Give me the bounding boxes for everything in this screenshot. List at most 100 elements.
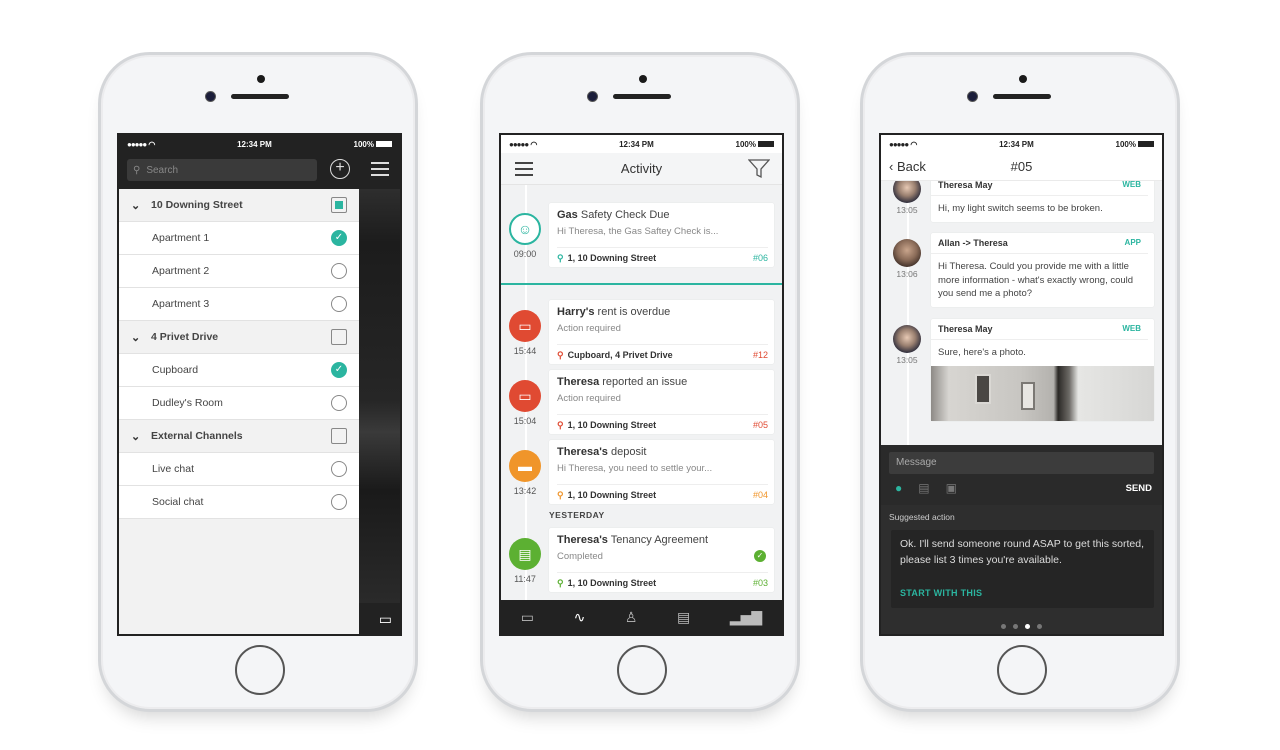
checkmark-icon[interactable]: ✓ xyxy=(331,230,347,246)
page-dot[interactable] xyxy=(1013,624,1018,629)
clock: 12:34 PM xyxy=(237,139,272,149)
activity-card[interactable]: Theresa reported an issue Action required… xyxy=(549,370,774,434)
ticket-ref[interactable]: #04 xyxy=(753,490,768,501)
chat-tab[interactable]: ▭ xyxy=(521,609,534,626)
document-icon: ▤ xyxy=(509,538,541,570)
activity-time: 11:47 xyxy=(514,574,536,584)
group-label: 10 Downing Street xyxy=(151,199,243,211)
location-pin-icon: ⚲ xyxy=(557,253,564,263)
location-text: Cupboard, 4 Privet Drive xyxy=(567,350,673,360)
chevron-down-icon[interactable]: ⌄ xyxy=(131,430,143,443)
activity-card[interactable]: Theresa's deposit Hi Theresa, you need to… xyxy=(549,440,774,504)
chevron-down-icon[interactable]: ⌄ xyxy=(131,331,143,344)
earpiece xyxy=(993,94,1051,99)
checkmark-icon[interactable]: ✓ xyxy=(331,362,347,378)
radio-circle[interactable] xyxy=(331,296,347,312)
filter-icon[interactable] xyxy=(748,159,770,179)
filters-header: ⚲ Search + xyxy=(119,153,400,189)
switch-plate xyxy=(975,373,991,404)
front-sensor xyxy=(639,75,647,83)
lightbulb-icon[interactable]: ● xyxy=(895,481,902,495)
message-source: WEB xyxy=(1122,181,1141,189)
home-button[interactable] xyxy=(235,645,285,695)
message-author: Theresa May xyxy=(938,324,993,334)
group-checkbox[interactable] xyxy=(331,329,347,345)
start-with-this-button[interactable]: START WITH THIS xyxy=(900,588,982,598)
activity-navbar: Activity xyxy=(501,153,782,185)
activity-item[interactable]: ☺ 09:00 Gas Safety Check Due Hi Theresa, th… xyxy=(501,203,782,267)
search-input[interactable]: ⚲ Search xyxy=(127,159,317,181)
chat-bubble-icon[interactable]: ▭ xyxy=(379,611,392,628)
message-header: Theresa May WEB xyxy=(931,319,1148,340)
conversation-navbar: ‹ Back #05 xyxy=(881,153,1162,181)
documents-tab[interactable]: ▤ xyxy=(677,609,690,626)
people-tab[interactable]: ♙ xyxy=(625,609,638,626)
phone-activity: ●●●●● ◠ 12:34 PM 100% Activity ☺ 09:00 Gas… xyxy=(480,52,800,712)
activity-item[interactable]: ▬ 13:42 Theresa's deposit Hi Theresa, you n… xyxy=(501,440,782,504)
suggested-action-panel: Suggested action Ok. I'll send someone r… xyxy=(881,505,1162,634)
activity-item[interactable]: ▤ 11:47 Theresa's Tenancy Agreement Complet… xyxy=(501,528,782,592)
activity-item[interactable]: ▭ 15:44 Harry's rent is overdue Action requ… xyxy=(501,300,782,364)
radio-circle[interactable] xyxy=(331,395,347,411)
group-checkbox[interactable] xyxy=(331,197,347,213)
ticket-ref[interactable]: #12 xyxy=(753,350,768,361)
message-input[interactable]: Message xyxy=(889,452,1154,474)
hamburger-icon[interactable] xyxy=(371,162,389,180)
filter-item[interactable]: Live chat xyxy=(119,453,359,486)
filter-item[interactable]: Cupboard ✓ xyxy=(119,354,359,387)
activity-card[interactable]: Theresa's Tenancy Agreement Completed ✓ ⚲ 1,… xyxy=(549,528,774,592)
home-button[interactable] xyxy=(997,645,1047,695)
filter-item[interactable]: Apartment 3 xyxy=(119,288,359,321)
filter-item[interactable]: Apartment 1 ✓ xyxy=(119,222,359,255)
message-text: Hi Theresa. Could you provide me with a … xyxy=(938,261,1134,299)
ticket-ref[interactable]: #06 xyxy=(753,253,768,264)
message-author: Theresa May xyxy=(938,181,993,190)
radio-circle[interactable] xyxy=(331,494,347,510)
activity-item[interactable]: ▭ 15:04 Theresa reported an issue Action re… xyxy=(501,370,782,434)
filter-item[interactable]: Social chat xyxy=(119,486,359,519)
activity-card[interactable]: Harry's rent is overdue Action required ⚲ C… xyxy=(549,300,774,364)
group-checkbox[interactable] xyxy=(331,428,347,444)
page-dot[interactable] xyxy=(1025,624,1030,629)
engineer-icon: ☺ xyxy=(509,213,541,245)
message-source: WEB xyxy=(1122,324,1141,333)
tab-bar: ▭ ∿ ♙ ▤ ▂▅▇ xyxy=(501,600,782,634)
earpiece xyxy=(231,94,289,99)
photo-attachment[interactable] xyxy=(931,365,1154,421)
send-button[interactable]: SEND xyxy=(1126,483,1152,494)
stats-tab[interactable]: ▂▅▇ xyxy=(730,609,762,626)
filter-group[interactable]: ⌄ External Channels xyxy=(119,420,359,453)
filter-item[interactable]: Apartment 2 xyxy=(119,255,359,288)
search-icon: ⚲ xyxy=(133,164,141,176)
template-icon[interactable]: ▤ xyxy=(918,481,929,495)
radio-circle[interactable] xyxy=(331,263,347,279)
filter-item[interactable]: Dudley's Room xyxy=(119,387,359,420)
title-rest: deposit xyxy=(607,446,647,458)
image-icon[interactable]: ▣ xyxy=(946,481,957,495)
avatar xyxy=(893,181,921,203)
hamburger-icon[interactable] xyxy=(515,162,533,180)
filter-group[interactable]: ⌄ 4 Privet Drive xyxy=(119,321,359,354)
credit-card-icon: ▬ xyxy=(509,450,541,482)
activity-location: ⚲ Cupboard, 4 Privet Drive #12 xyxy=(557,344,768,361)
add-button[interactable]: + xyxy=(330,159,350,179)
page-dot[interactable] xyxy=(1001,624,1006,629)
suggestion-text: Ok. I'll send someone round ASAP to get … xyxy=(900,538,1145,566)
radio-circle[interactable] xyxy=(331,461,347,477)
home-button[interactable] xyxy=(617,645,667,695)
signal-icon: ●●●●● xyxy=(509,139,529,149)
ticket-ref[interactable]: #05 xyxy=(753,420,768,431)
page-indicator xyxy=(881,624,1162,629)
activity-subtitle: Action required xyxy=(557,323,621,334)
chevron-down-icon[interactable]: ⌄ xyxy=(131,199,143,212)
activity-tab[interactable]: ∿ xyxy=(574,609,586,626)
location-pin-icon: ⚲ xyxy=(557,578,564,588)
filter-group[interactable]: ⌄ 10 Downing Street xyxy=(119,189,359,222)
page-dot[interactable] xyxy=(1037,624,1042,629)
ticket-ref[interactable]: #03 xyxy=(753,578,768,589)
location-wrap: ⚲ 1, 10 Downing Street xyxy=(557,253,656,264)
wifi-icon: ◠ xyxy=(910,139,918,149)
location-text: 1, 10 Downing Street xyxy=(567,253,657,263)
activity-card[interactable]: Gas Safety Check Due Hi Theresa, the Gas … xyxy=(549,203,774,267)
conversation-screen: ●●●●● ◠ 12:34 PM 100% ‹ Back #05 13:05 Th… xyxy=(879,133,1164,636)
